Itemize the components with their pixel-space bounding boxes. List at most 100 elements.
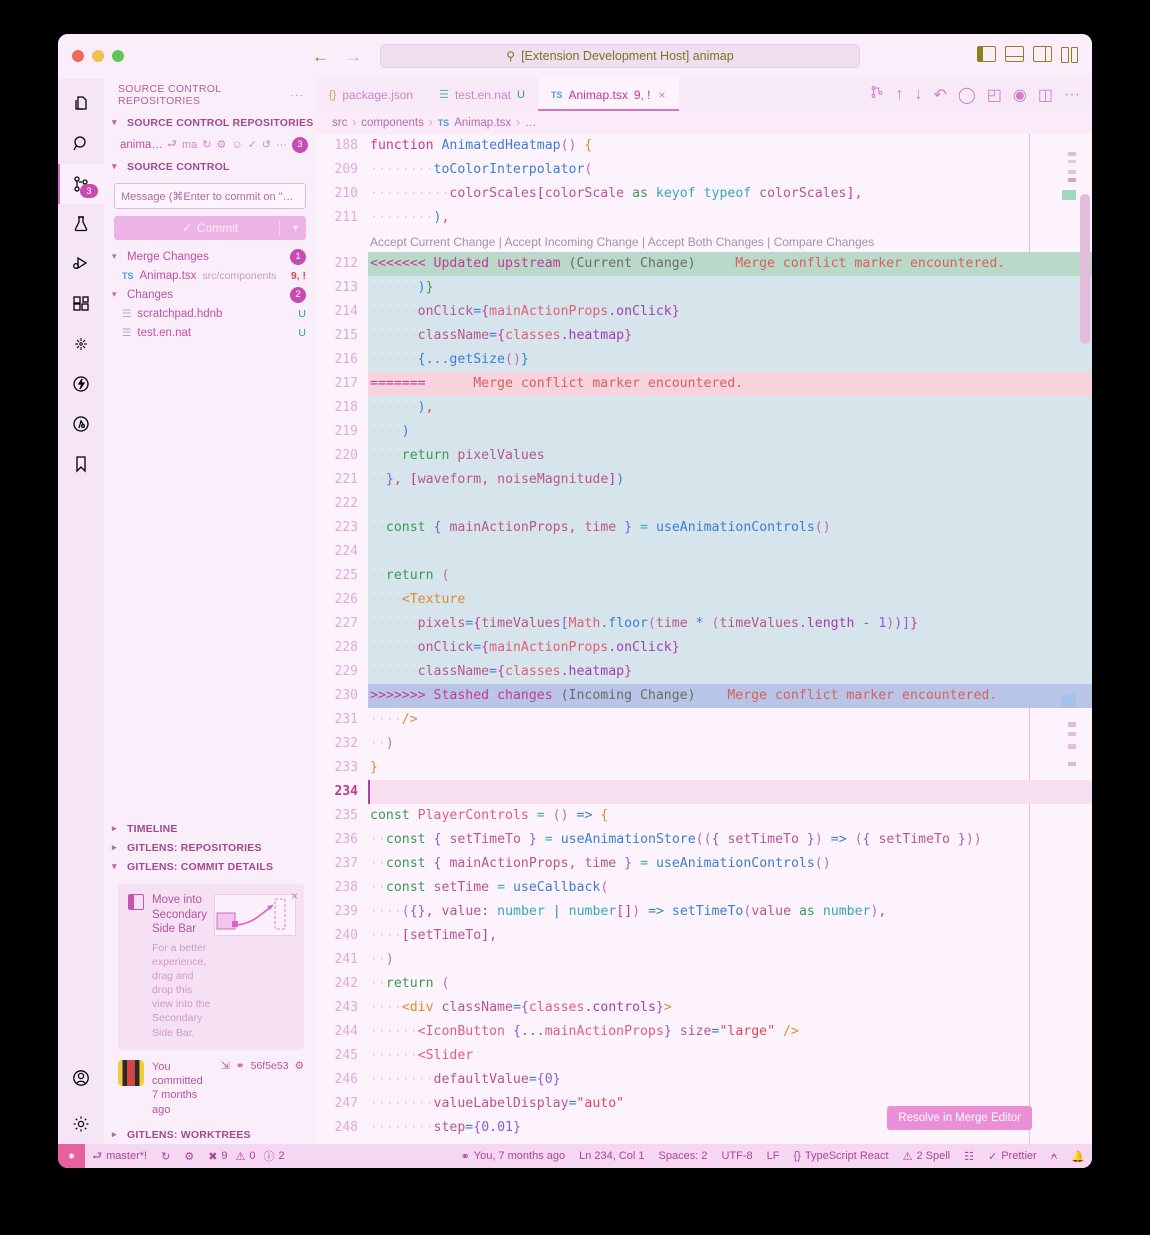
line-content[interactable]: <<<<<<<·Updated·upstream (Current Change… xyxy=(368,252,1092,276)
activity-item-testing[interactable] xyxy=(58,204,104,244)
line-content[interactable]: function AnimatedHeatmap() { xyxy=(368,134,1092,158)
breadcrumb-item-file[interactable]: Animap.tsx xyxy=(454,117,511,129)
code-line-conflict-current[interactable]: 212 <<<<<<<·Updated·upstream (Current Ch… xyxy=(316,252,1092,276)
arrow-up-icon[interactable]: ↑ xyxy=(895,86,903,104)
breadcrumb[interactable]: src › components › TS Animap.tsx › … xyxy=(316,111,1092,134)
code-line[interactable]: 240 ····[setTimeTo], xyxy=(316,924,1092,948)
line-content[interactable]: ········), xyxy=(368,206,1092,230)
code-line[interactable]: 225 ··return ( xyxy=(316,564,1092,588)
line-content[interactable]: ······<Slider xyxy=(368,1044,1092,1068)
line-content[interactable]: ··return ( xyxy=(368,564,1092,588)
code-line-blame[interactable]: 234 You, 7 months ago • ⚡ reduce rerende… xyxy=(316,780,1092,804)
commit-button[interactable]: ✓ Commit ▾ xyxy=(114,216,306,240)
activity-item-sparkle[interactable] xyxy=(58,324,104,364)
more-icon[interactable]: ··· xyxy=(1064,86,1080,104)
code-line[interactable]: 228 ······onClick={mainActionProps.onCli… xyxy=(316,636,1092,660)
status-cursor-position[interactable]: Ln 234, Col 1 xyxy=(572,1144,651,1168)
code-line[interactable]: 239 ····({}, value: number | number[]) =… xyxy=(316,900,1092,924)
section-source-control[interactable]: ▾ SOURCE CONTROL xyxy=(104,156,316,177)
minimap[interactable] xyxy=(1018,134,1076,1144)
repository-row[interactable]: anima… ⮐ ma ↻ ⚙ ☺ ✓ ↺ ··· 3 xyxy=(104,133,316,156)
code-line[interactable]: 188 function AnimatedHeatmap() { xyxy=(316,134,1092,158)
status-branch[interactable]: ⮐ master*! xyxy=(85,1144,154,1168)
line-content[interactable]: ····({}, value: number | number[]) => se… xyxy=(368,900,1092,924)
codelens-conflict-label[interactable]: Accept Current Change | Accept Incoming … xyxy=(368,230,1092,252)
code-line[interactable]: 213 ······)} xyxy=(316,276,1092,300)
code-line[interactable]: 232 ··) xyxy=(316,732,1092,756)
code-line[interactable]: 229 ······className={classes.heatmap} xyxy=(316,660,1092,684)
activity-item-zap[interactable] xyxy=(58,364,104,404)
status-blame[interactable]: ⚭ You, 7 months ago xyxy=(454,1144,573,1168)
line-content[interactable]: ··}, [waveform, noiseMagnitude]) xyxy=(368,468,1092,492)
layout-controls[interactable] xyxy=(977,46,1078,63)
line-content[interactable]: ········sx={{ xyxy=(368,1140,1092,1144)
panel-gitlens-worktrees[interactable]: ▸ GITLENS: WORKTREES xyxy=(104,1125,316,1144)
code-editor[interactable]: 188 function AnimatedHeatmap() { 209 ···… xyxy=(316,134,1092,1144)
line-content[interactable]: ······pixels={timeValues[Math.floor(time… xyxy=(368,612,1092,636)
list-item[interactable]: TS Animap.tsx src/components 9, ! xyxy=(104,266,316,285)
code-line[interactable]: 218 ······), xyxy=(316,396,1092,420)
arrow-down-icon[interactable]: ↓ xyxy=(914,86,922,104)
refresh-icon[interactable]: ↻ xyxy=(202,138,211,151)
smiley-icon[interactable]: ☺ xyxy=(231,139,242,151)
code-line[interactable]: 246 ········defaultValue={0} xyxy=(316,1068,1092,1092)
code-lines[interactable]: 188 function AnimatedHeatmap() { 209 ···… xyxy=(316,134,1092,1144)
close-window-button[interactable] xyxy=(72,50,84,62)
line-content[interactable]: ······<IconButton {...mainActionProps} s… xyxy=(368,1020,1092,1044)
source-control-icon[interactable] xyxy=(870,85,884,104)
code-line[interactable]: 221 ··}, [waveform, noiseMagnitude]) xyxy=(316,468,1092,492)
more-icon[interactable]: ··· xyxy=(276,139,287,151)
compare-icon[interactable]: ⚙ xyxy=(295,1060,304,1072)
code-line[interactable]: 244 ······<IconButton {...mainActionProp… xyxy=(316,1020,1092,1044)
code-line[interactable]: 222 xyxy=(316,492,1092,516)
code-line[interactable]: 226 ····<Texture xyxy=(316,588,1092,612)
code-line[interactable]: 237 ··const { mainActionProps, time } = … xyxy=(316,852,1092,876)
toggle-primary-sidebar-icon[interactable] xyxy=(977,46,996,62)
line-content[interactable]: ······{...getSize()} xyxy=(368,348,1092,372)
zoom-window-button[interactable] xyxy=(112,50,124,62)
tab-animap-tsx[interactable]: TS Animap.tsx 9, ! × xyxy=(537,78,679,111)
list-item[interactable]: ☰ test.en.nat U xyxy=(104,323,316,342)
tab-test-en-nat[interactable]: ☰ test.en.nat U xyxy=(426,78,538,111)
editor-actions[interactable]: ↑ ↓ ↶ ◯ ◰ ◉ ◫ ··· xyxy=(870,78,1092,111)
minimize-window-button[interactable] xyxy=(92,50,104,62)
theme-contrast-icon[interactable]: ◉ xyxy=(1013,85,1027,105)
section-source-control-repositories[interactable]: ▾ SOURCE CONTROL REPOSITORIES xyxy=(104,112,316,133)
status-notifications[interactable]: 🔔 xyxy=(1064,1144,1092,1168)
line-content[interactable]: ······), xyxy=(368,396,1092,420)
line-content[interactable]: ··const setTime = useCallback( xyxy=(368,876,1092,900)
toggle-secondary-sidebar-icon[interactable] xyxy=(1033,46,1052,62)
status-feedback[interactable]: ⍲ xyxy=(1044,1144,1065,1168)
line-content[interactable]: ····<Texture xyxy=(368,588,1092,612)
code-line[interactable]: 241 ··) xyxy=(316,948,1092,972)
code-line[interactable]: 209 ········toColorInterpolator( xyxy=(316,158,1092,182)
sync-icon[interactable]: ↺ xyxy=(262,138,271,151)
code-line[interactable]: 227 ······pixels={timeValues[Math.floor(… xyxy=(316,612,1092,636)
tab-package-json[interactable]: {} package.json xyxy=(316,78,426,111)
codelens-conflict-actions[interactable]: Accept Current Change | Accept Incoming … xyxy=(316,230,1092,252)
line-content[interactable]: ····) xyxy=(368,420,1092,444)
status-prettier[interactable]: ✓ Prettier xyxy=(981,1144,1044,1168)
activity-item-settings[interactable] xyxy=(58,1104,104,1144)
forward-arrow-icon[interactable]: → xyxy=(345,48,362,65)
code-line[interactable]: 211 ········), xyxy=(316,206,1092,230)
line-content[interactable] xyxy=(368,540,1092,564)
group-changes[interactable]: ▾ Changes 2 xyxy=(104,285,316,304)
code-line-conflict-separator[interactable]: 217 ======= Merge conflict marker encoun… xyxy=(316,372,1092,396)
branch-icon[interactable]: ⮐ xyxy=(167,135,177,154)
code-line[interactable]: 223 ··const { mainActionProps, time } = … xyxy=(316,516,1092,540)
list-item[interactable]: ☰ scratchpad.hdnb U xyxy=(104,304,316,323)
code-line[interactable]: 231 ····/> xyxy=(316,708,1092,732)
code-line[interactable]: 249 ········sx={{ xyxy=(316,1140,1092,1144)
code-line[interactable]: 220 ····return pixelValues xyxy=(316,444,1092,468)
resolve-in-merge-editor-button[interactable]: Resolve in Merge Editor xyxy=(887,1106,1032,1130)
status-indentation[interactable]: Spaces: 2 xyxy=(652,1144,715,1168)
status-spell[interactable]: ⚠ 2 Spell xyxy=(896,1144,958,1168)
breadcrumb-item-symbol[interactable]: … xyxy=(525,117,537,129)
line-content[interactable]: ······className={classes.heatmap} xyxy=(368,324,1092,348)
line-content[interactable] xyxy=(368,492,1092,516)
traffic-lights[interactable] xyxy=(58,50,124,62)
line-content[interactable]: ··) xyxy=(368,732,1092,756)
activity-item-source-control[interactable]: 3 xyxy=(58,164,104,204)
line-content[interactable]: ··const { mainActionProps, time } = useA… xyxy=(368,852,1092,876)
